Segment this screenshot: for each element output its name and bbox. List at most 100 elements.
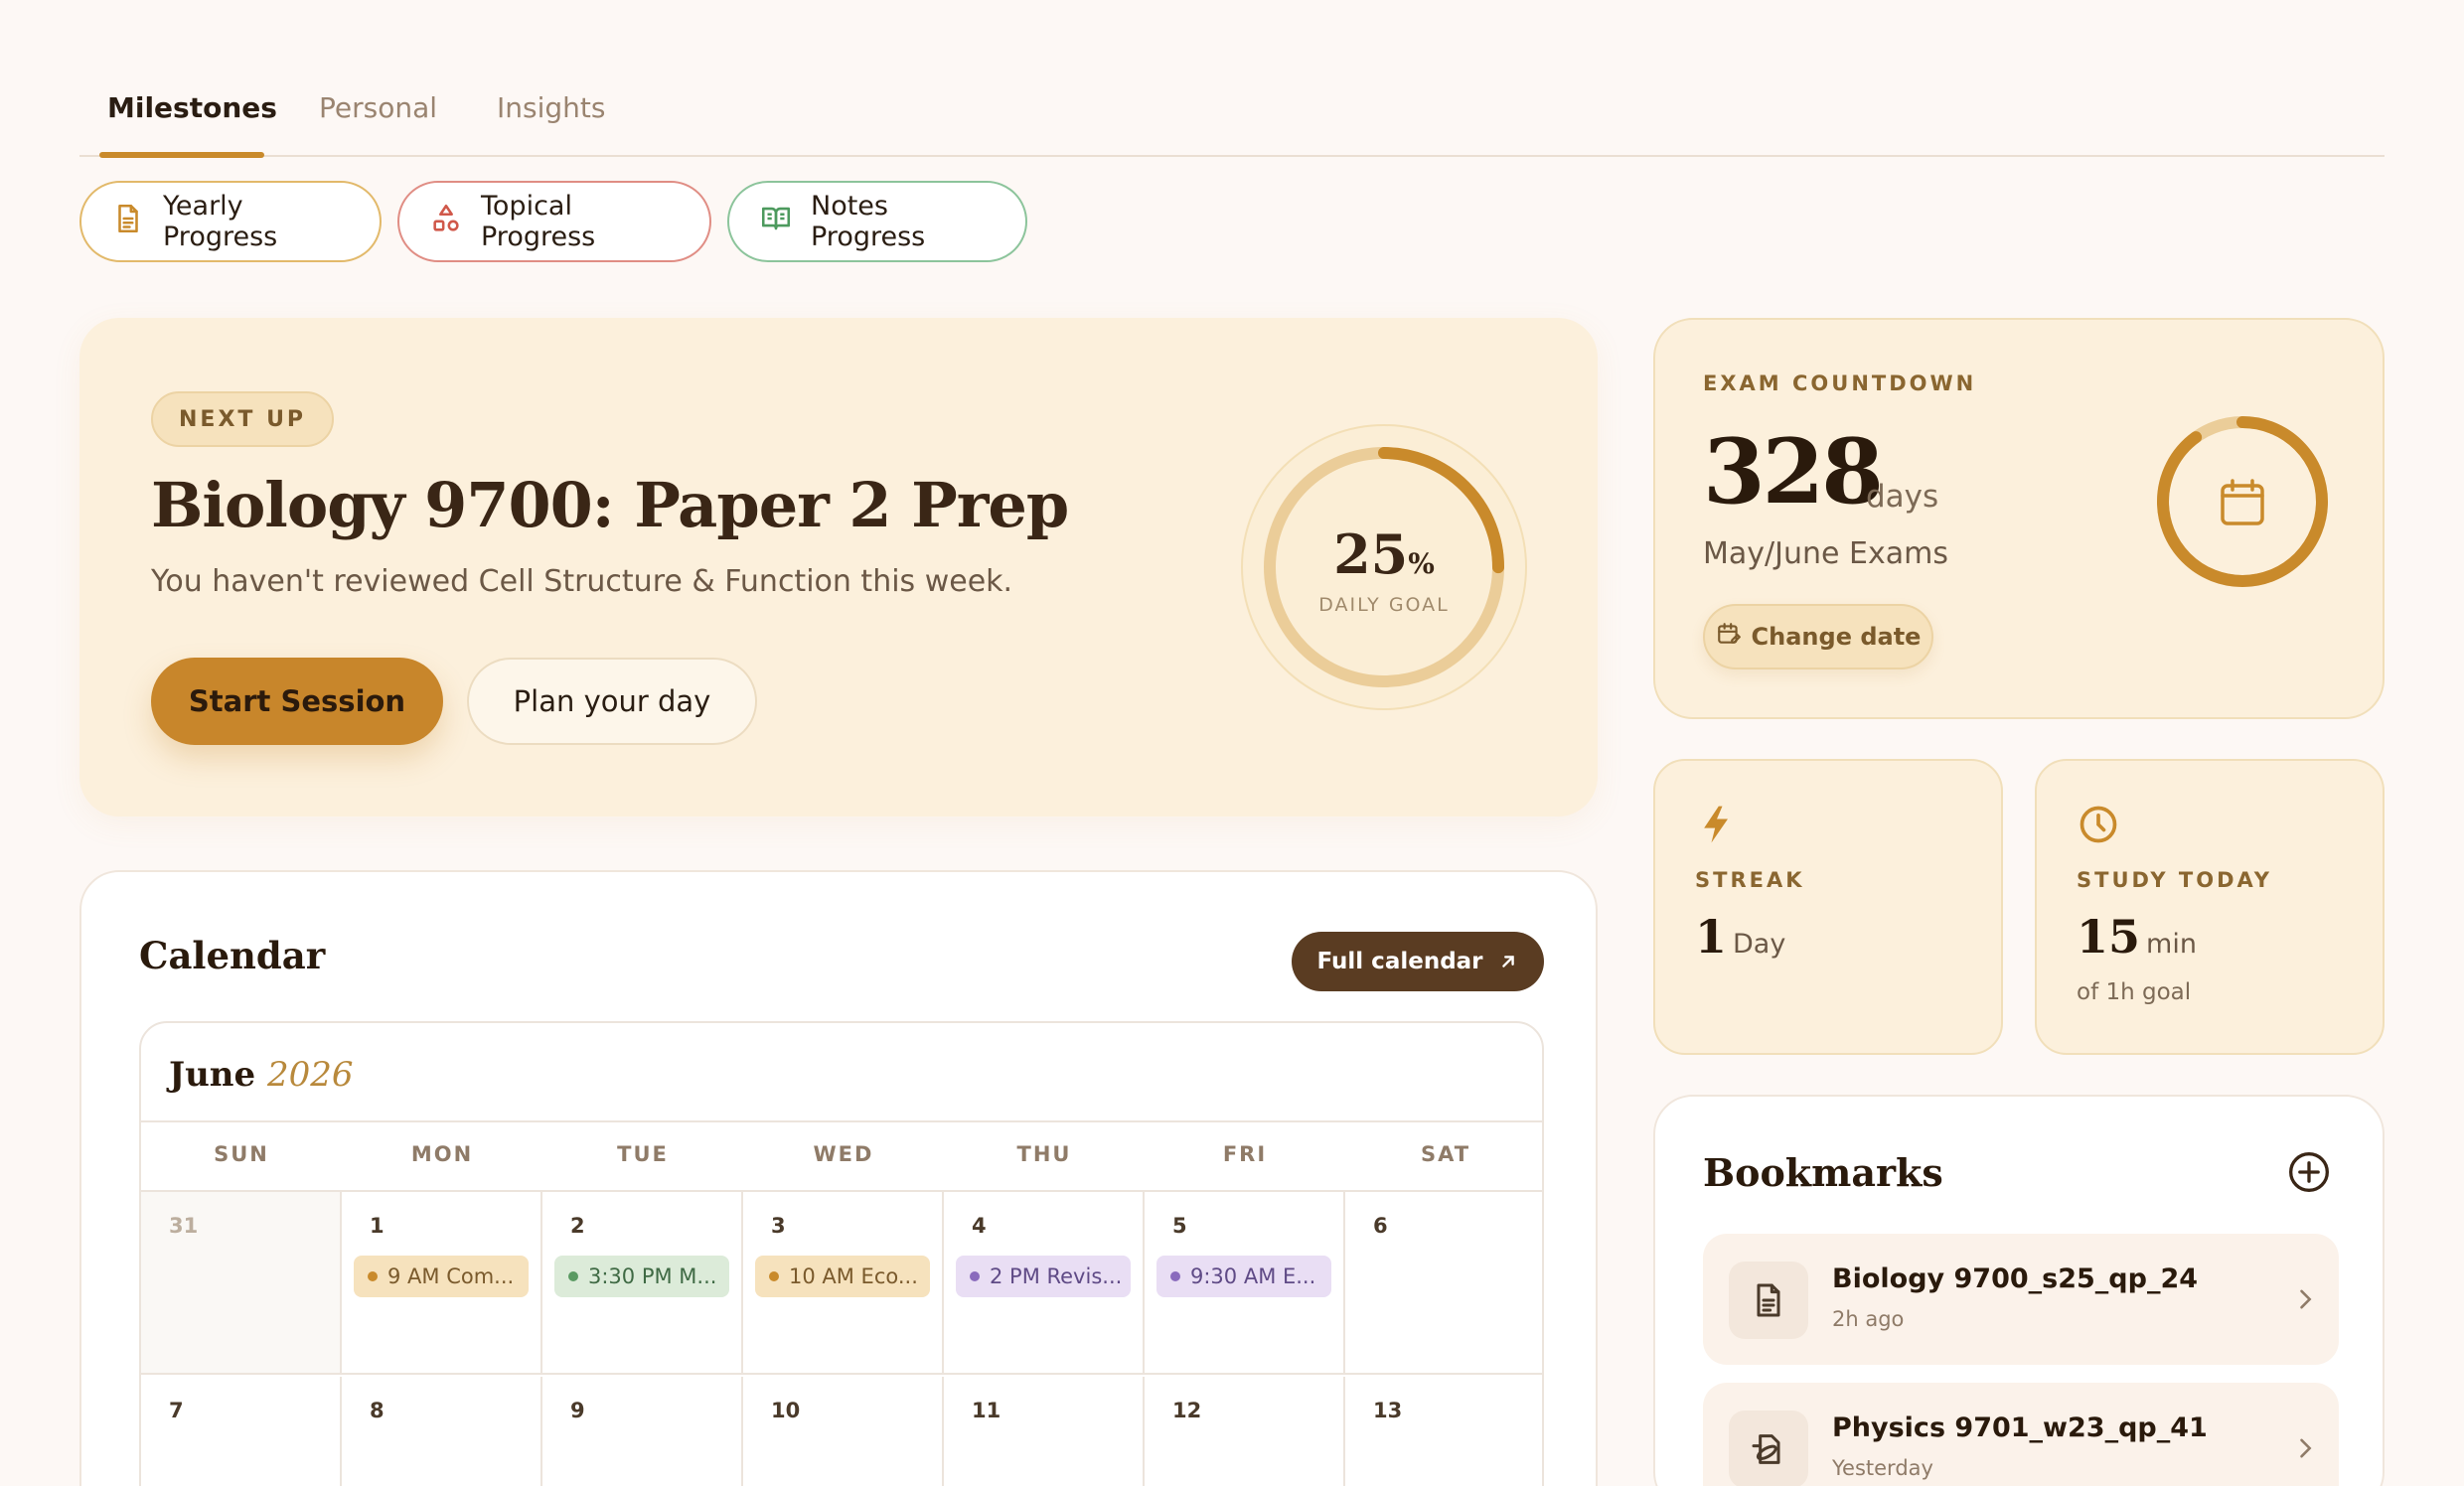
calendar-day-cell[interactable]: 7: [141, 1377, 342, 1486]
calendar-card: Calendar Full calendar June 2026 SUN MON…: [79, 870, 1598, 1486]
yearly-progress-label: Yearly Progress: [163, 191, 278, 252]
calendar-event[interactable]: 10 AM Eco...: [755, 1256, 930, 1297]
daily-goal-ring: 25% DAILY GOAL: [1240, 423, 1528, 711]
calendar-month: June 2026: [169, 1055, 354, 1095]
weekday-label: SUN: [214, 1142, 269, 1166]
book-open-icon: [759, 202, 793, 242]
bookmarks-card: Bookmarks Biology 9700_s25_qp_24 2h ago …: [1653, 1095, 2385, 1486]
weekday-label: MON: [410, 1142, 474, 1166]
calendar-event[interactable]: 9:30 AM E...: [1156, 1256, 1331, 1297]
study-today-card: STUDY TODAY 15 min of 1h goal: [2035, 759, 2385, 1055]
event-label: 9 AM Com...: [387, 1264, 515, 1288]
document-icon: [1729, 1262, 1808, 1339]
daily-goal-value: 25%: [1333, 522, 1435, 586]
next-up-card: NEXT UP Biology 9700: Paper 2 Prep You h…: [79, 318, 1598, 817]
streak-label: STREAK: [1695, 868, 1805, 892]
countdown-days-unit: days: [1866, 479, 1939, 515]
calendar-day-cell[interactable]: 2 3:30 PM M...: [542, 1192, 743, 1375]
calendar-edit-icon: [1716, 621, 1742, 653]
start-session-button[interactable]: Start Session: [151, 658, 443, 745]
calendar-day-cell[interactable]: 10: [743, 1377, 944, 1486]
weekday-label: THU: [1016, 1142, 1072, 1166]
calendar-event[interactable]: 3:30 PM M...: [554, 1256, 729, 1297]
tab-personal[interactable]: Personal: [319, 91, 437, 124]
day-number: 7: [169, 1399, 184, 1422]
plan-day-button[interactable]: Plan your day: [467, 658, 757, 745]
chevron-right-icon: [2300, 1289, 2312, 1309]
bookmark-time: 2h ago: [1832, 1307, 1905, 1331]
event-dot: [568, 1271, 578, 1281]
day-number: 31: [169, 1214, 199, 1238]
change-date-button[interactable]: Change date: [1703, 604, 1933, 669]
calendar-day-cell[interactable]: 9: [542, 1377, 743, 1486]
notes-progress-button[interactable]: Notes Progress: [727, 181, 1027, 262]
exam-countdown-card: EXAM COUNTDOWN 328 days May/June Exams C…: [1653, 318, 2385, 719]
bookmarks-title: Bookmarks: [1703, 1150, 1943, 1195]
calendar-grid: June 2026 SUN MON TUE WED THU FRI SAT 31…: [139, 1021, 1544, 1486]
shapes-icon: [429, 202, 463, 242]
weekday-label: FRI: [1222, 1142, 1268, 1166]
calendar-day-cell[interactable]: 8: [342, 1377, 542, 1486]
next-up-badge: NEXT UP: [151, 391, 335, 447]
add-bookmark-icon[interactable]: [2287, 1150, 2331, 1194]
calendar-event[interactable]: 9 AM Com...: [354, 1256, 529, 1297]
atom-document-icon: [1729, 1411, 1808, 1486]
notes-progress-label: Notes Progress: [811, 191, 926, 252]
calendar-day-cell[interactable]: 1 9 AM Com...: [342, 1192, 542, 1375]
bookmark-time: Yesterday: [1832, 1456, 1933, 1480]
event-dot: [970, 1271, 980, 1281]
weekday-label: WED: [813, 1142, 874, 1166]
weekday-label: TUE: [617, 1142, 669, 1166]
streak-value: 1 Day: [1695, 910, 1786, 964]
tab-milestones[interactable]: Milestones: [107, 91, 277, 124]
day-number: 9: [570, 1399, 585, 1422]
day-number: 5: [1172, 1214, 1187, 1238]
weekday-label: SAT: [1420, 1142, 1471, 1166]
calendar-icon: [2221, 479, 2264, 525]
day-number: 10: [771, 1399, 801, 1422]
topical-progress-label: Topical Progress: [481, 191, 596, 252]
hero-title: Biology 9700: Paper 2 Prep: [151, 469, 1069, 541]
bookmark-item[interactable]: Physics 9701_w23_qp_41 Yesterday: [1703, 1383, 2339, 1486]
calendar-day-cell[interactable]: 31: [141, 1192, 342, 1375]
yearly-progress-button[interactable]: Yearly Progress: [79, 181, 382, 262]
hero-subtitle: You haven't reviewed Cell Structure & Fu…: [151, 564, 1013, 599]
event-dot: [769, 1271, 779, 1281]
calendar-day-cell[interactable]: 13: [1345, 1377, 1542, 1486]
bookmark-name: Physics 9701_w23_qp_41: [1832, 1412, 2208, 1443]
calendar-day-cell[interactable]: 4 2 PM Revis...: [944, 1192, 1145, 1375]
calendar-day-cell[interactable]: 3 10 AM Eco...: [743, 1192, 944, 1375]
event-dot: [1170, 1271, 1180, 1281]
document-icon: [111, 202, 145, 242]
study-today-label: STUDY TODAY: [2077, 868, 2272, 892]
day-number: 6: [1373, 1214, 1388, 1238]
daily-goal-label: DAILY GOAL: [1318, 594, 1450, 616]
calendar-day-cell[interactable]: 5 9:30 AM E...: [1145, 1192, 1345, 1375]
event-label: 3:30 PM M...: [588, 1264, 717, 1288]
study-goal-text: of 1h goal: [2077, 979, 2192, 1005]
calendar-event[interactable]: 2 PM Revis...: [956, 1256, 1131, 1297]
chevron-right-icon: [2300, 1438, 2312, 1458]
day-number: 11: [972, 1399, 1001, 1422]
calendar-title: Calendar: [139, 934, 326, 977]
weekday-header: SUN MON TUE WED THU FRI SAT: [141, 1120, 1542, 1192]
calendar-day-cell[interactable]: 12: [1145, 1377, 1345, 1486]
calendar-day-cell[interactable]: 6: [1345, 1192, 1542, 1375]
study-today-value: 15 min: [2077, 910, 2197, 964]
event-label: 10 AM Eco...: [789, 1264, 918, 1288]
calendar-day-cell[interactable]: 11: [944, 1377, 1145, 1486]
day-number: 2: [570, 1214, 585, 1238]
event-label: 2 PM Revis...: [990, 1264, 1123, 1288]
tab-insights[interactable]: Insights: [497, 91, 605, 124]
full-calendar-button[interactable]: Full calendar: [1292, 932, 1544, 991]
day-number: 3: [771, 1214, 786, 1238]
event-dot: [368, 1271, 378, 1281]
bookmark-item[interactable]: Biology 9700_s25_qp_24 2h ago: [1703, 1234, 2339, 1365]
exam-countdown-label: EXAM COUNTDOWN: [1703, 372, 1977, 395]
active-tab-indicator: [99, 152, 264, 158]
full-calendar-label: Full calendar: [1316, 949, 1483, 974]
topical-progress-button[interactable]: Topical Progress: [397, 181, 711, 262]
event-label: 9:30 AM E...: [1190, 1264, 1316, 1288]
clock-icon: [2079, 806, 2117, 843]
exam-name: May/June Exams: [1703, 536, 1948, 571]
